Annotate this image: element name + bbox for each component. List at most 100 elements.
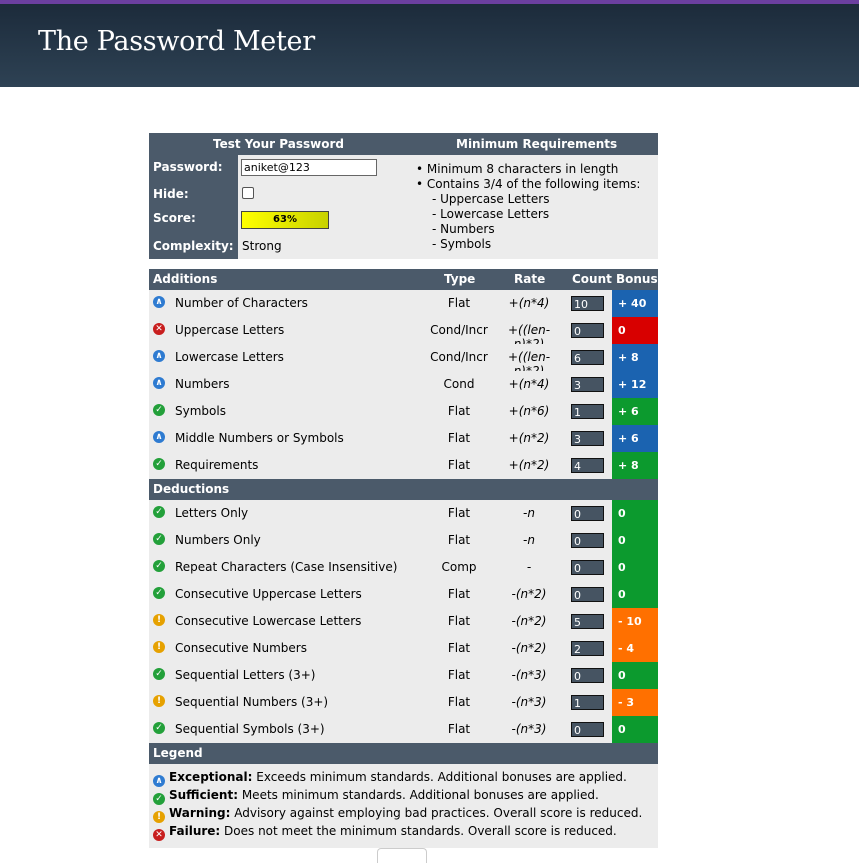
row-type: Cond [443, 377, 475, 391]
row-count: 0 [571, 506, 604, 521]
column-rate: Rate [514, 272, 546, 286]
row-bonus: + 12 [612, 371, 658, 398]
legend-item: ✕ Failure: Does not meet the minimum stan… [153, 824, 617, 841]
table-row: ! Consecutive Numbers Flat -(n*2) 2 - 4 [149, 635, 658, 662]
row-type: Flat [447, 641, 471, 655]
legend-term: Warning: [169, 806, 231, 820]
row-count: 0 [571, 323, 604, 338]
test-heading-bar: Test Your Password Minimum Requirements [149, 133, 658, 155]
row-name: Lowercase Letters [175, 350, 284, 364]
table-row: ∧Lowercase LettersCond/Incr+((len-n)*2)6… [149, 344, 658, 378]
row-name: Requirements [175, 458, 259, 472]
requirement-item: - Symbols [432, 237, 492, 251]
row-rate: -(n*3) [511, 695, 547, 709]
requirements-heading: Minimum Requirements [456, 137, 618, 151]
row-count: 10 [571, 296, 604, 311]
additions-title: Additions [153, 272, 218, 286]
row-rate: +(n*2) [508, 431, 550, 445]
exceptional-icon: ∧ [153, 775, 165, 787]
score-label: Score: [153, 211, 196, 225]
column-bonus: Bonus [616, 272, 658, 286]
row-rate: -(n*2) [511, 587, 547, 601]
sufficient-icon: ✓ [153, 458, 165, 470]
row-count: 3 [571, 431, 604, 446]
row-count: 0 [571, 722, 604, 737]
table-row: ∧ Middle Numbers or Symbols Flat +(n*2) 3 + 6 [149, 425, 658, 452]
row-count: 0 [571, 587, 604, 602]
table-row: ✓ Numbers Only Flat -n 0 0 [149, 527, 658, 554]
row-bonus: + 40 [612, 290, 658, 317]
page-title: The Password Meter [38, 26, 315, 57]
password-meter-panel: Test Your Password Minimum Requirements … [149, 133, 658, 848]
row-bonus: 0 [612, 317, 658, 344]
row-name: Symbols [175, 404, 226, 418]
table-row: ✓ Sequential Letters (3+) Flat -(n*3) 0 0 [149, 662, 658, 689]
row-bonus: 0 [612, 500, 658, 527]
row-type: Flat [447, 722, 471, 736]
requirement-item: - Numbers [432, 222, 495, 236]
site-header: The Password Meter [0, 4, 859, 87]
row-count: 6 [571, 350, 604, 365]
legend-text: Does not meet the minimum standards. Ove… [220, 824, 617, 838]
warning-icon: ! [153, 614, 165, 626]
warning-icon: ! [153, 695, 165, 707]
exceptional-icon: ∧ [153, 296, 165, 308]
row-bonus: 0 [612, 716, 658, 743]
column-count: Count [572, 272, 612, 286]
table-row: ✓ Repeat Characters (Case Insensitive) Com… [149, 554, 658, 581]
row-count: 1 [571, 695, 604, 710]
row-type: Flat [447, 506, 471, 520]
row-bonus: 0 [612, 554, 658, 581]
label-column: Password: Hide: Score: Complexity: [149, 155, 238, 259]
failure-icon: ✕ [153, 323, 165, 335]
row-rate: -n [523, 506, 535, 520]
score-bar: 63% [241, 211, 329, 229]
requirement-item: - Uppercase Letters [432, 192, 550, 206]
row-bonus: + 8 [612, 452, 658, 479]
row-name: Consecutive Numbers [175, 641, 307, 655]
row-type: Flat [447, 695, 471, 709]
failure-icon: ✕ [153, 829, 165, 841]
row-bonus: 0 [612, 662, 658, 689]
row-rate: - [526, 560, 532, 574]
deductions-title: Deductions [153, 482, 230, 496]
table-row: ✓ Letters Only Flat -n 0 0 [149, 500, 658, 527]
scroll-tab[interactable] [377, 848, 427, 863]
hide-checkbox[interactable] [242, 187, 254, 199]
legend-item: ∧ Exceptional: Exceeds minimum standards.… [153, 770, 627, 787]
column-type: Type [444, 272, 476, 286]
exceptional-icon: ∧ [153, 431, 165, 443]
row-type: Cond/Incr [430, 323, 488, 337]
row-type: Flat [447, 533, 471, 547]
sufficient-icon: ✓ [153, 533, 165, 545]
row-type: Flat [447, 458, 471, 472]
score-table: Additions Type Rate Count Bonus ∧ Number … [149, 269, 658, 848]
sufficient-icon: ✓ [153, 668, 165, 680]
legend-item: ✓ Sufficient: Meets minimum standards. Ad… [153, 788, 599, 805]
complexity-value: Strong [242, 239, 282, 253]
row-bonus: + 6 [612, 425, 658, 452]
row-rate: -(n*3) [511, 722, 547, 736]
requirements-list: • Minimum 8 characters in length • Conta… [416, 162, 640, 252]
legend-header: Legend [149, 743, 658, 764]
row-bonus: - 4 [612, 635, 658, 662]
exceptional-icon: ∧ [153, 350, 165, 362]
row-count: 0 [571, 668, 604, 683]
additions-rows: ∧ Number of Characters Flat +(n*4) 10 + 40 ✕ Up… [149, 290, 658, 479]
legend-title: Legend [153, 746, 203, 760]
test-password-section: Test Your Password Minimum Requirements … [149, 133, 658, 259]
legend: ∧ Exceptional: Exceeds minimum standards.… [149, 764, 658, 848]
row-type: Cond/Incr [430, 350, 488, 364]
row-name: Sequential Numbers (3+) [175, 695, 329, 709]
row-name: Repeat Characters (Case Insensitive) [175, 560, 398, 574]
row-type: Flat [447, 296, 471, 310]
row-bonus: 0 [612, 527, 658, 554]
row-name: Middle Numbers or Symbols [175, 431, 344, 445]
table-row: ✓ Symbols Flat +(n*6) 1 + 6 [149, 398, 658, 425]
row-name: Uppercase Letters [175, 323, 285, 337]
table-row: ! Sequential Numbers (3+) Flat -(n*3) 1 - 3 [149, 689, 658, 716]
password-input[interactable]: aniket@123 [241, 159, 377, 176]
legend-text: Meets minimum standards. Additional bonu… [238, 788, 599, 802]
row-rate: +(n*6) [508, 404, 550, 418]
row-name: Sequential Letters (3+) [175, 668, 316, 682]
